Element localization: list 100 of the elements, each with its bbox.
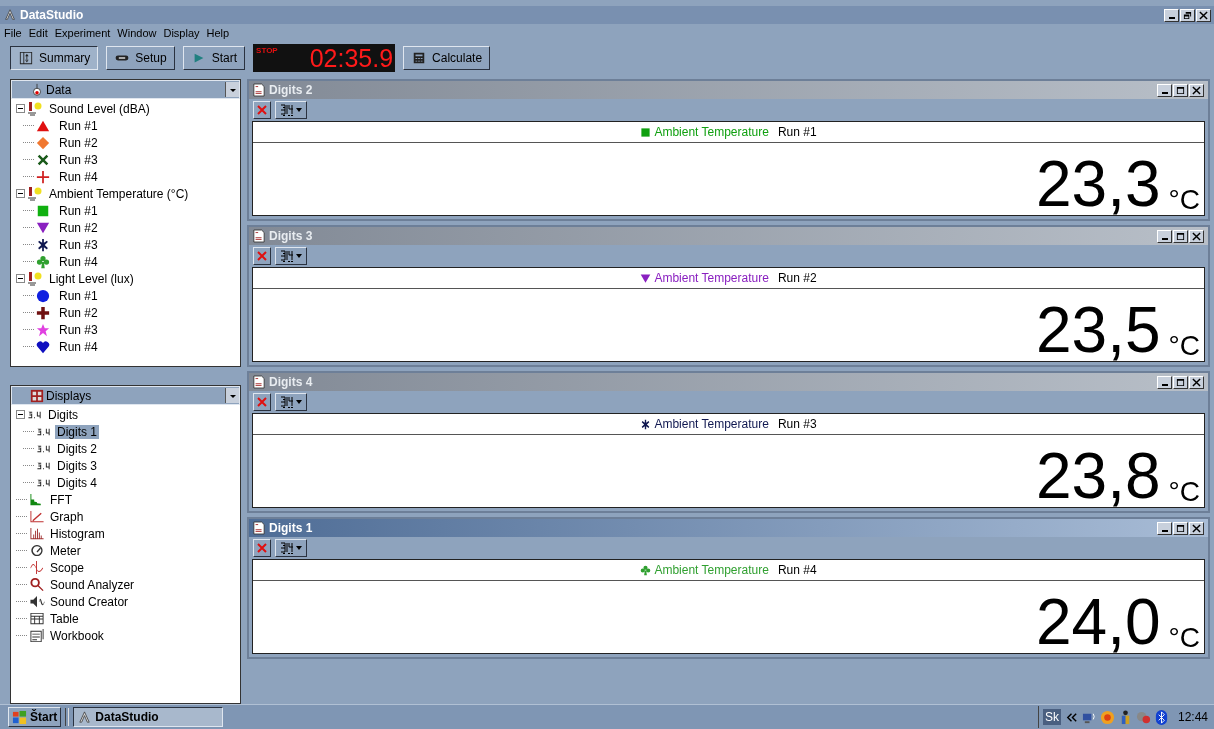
tree-item[interactable]: Scope (48, 560, 87, 575)
tree-item[interactable]: Meter (48, 543, 83, 558)
close-button[interactable] (1189, 229, 1204, 243)
tree-item[interactable]: Run #2 (57, 305, 100, 320)
maximize-button[interactable] (1173, 375, 1188, 389)
digits-format-icon (278, 103, 304, 117)
tree-item[interactable]: Run #4 (57, 339, 100, 354)
dropdown-button[interactable] (225, 388, 239, 403)
menu-item[interactable]: Edit (28, 27, 48, 39)
tree-item[interactable]: Table (48, 611, 81, 626)
delete-button[interactable] (253, 393, 271, 411)
tree-item[interactable]: Run #3 (57, 152, 100, 167)
close-button[interactable] (1189, 521, 1204, 535)
format-button[interactable] (275, 393, 307, 411)
toolbar-button[interactable]: Setup (106, 46, 175, 70)
format-button[interactable] (275, 539, 307, 557)
language-indicator[interactable]: Sk (1042, 709, 1061, 725)
close-button[interactable] (1189, 375, 1204, 389)
tree-item[interactable]: Digits 3 (55, 458, 99, 473)
tree-item[interactable]: Run #3 (57, 237, 100, 252)
minimize-button[interactable] (1157, 229, 1172, 243)
display-icon (30, 577, 44, 592)
maximize-button[interactable] (1173, 229, 1188, 243)
menu-item[interactable]: Window (117, 27, 157, 39)
panel-title: Data (46, 82, 72, 97)
minimize-button[interactable] (1164, 8, 1179, 22)
expander-icon[interactable] (16, 189, 25, 198)
tree-item[interactable]: Digits 4 (55, 475, 99, 490)
dropdown-button[interactable] (225, 82, 239, 97)
run-label: Run #3 (777, 417, 817, 431)
digits-format-icon (278, 249, 304, 263)
compass-icon (3, 8, 17, 22)
compass-icon (77, 709, 93, 725)
delete-button[interactable] (253, 539, 271, 557)
sensor-icon (27, 100, 43, 117)
menu-item[interactable]: Help (206, 27, 230, 39)
tree-item[interactable]: Run #3 (57, 322, 100, 337)
maximize-button[interactable] (1173, 521, 1188, 535)
format-button[interactable] (275, 101, 307, 119)
tree-item[interactable]: Run #1 (57, 203, 100, 218)
panel-header[interactable]: Data (11, 80, 240, 99)
menu-item[interactable]: Display (163, 27, 200, 39)
delete-icon (256, 396, 268, 408)
unit-label: °C (1168, 331, 1200, 361)
tree-item[interactable]: Graph (48, 509, 86, 524)
restore-button[interactable] (1180, 8, 1195, 22)
start-menu-button[interactable]: Štart (8, 707, 62, 727)
unit-label: °C (1168, 477, 1200, 507)
summary-icon (18, 51, 34, 65)
maximize-icon (1176, 231, 1185, 241)
minimize-button[interactable] (1157, 521, 1172, 535)
unit-label: °C (1168, 185, 1200, 215)
tree-item[interactable]: Sound Analyzer (48, 577, 137, 592)
digits-icon (37, 428, 50, 436)
calculate-button[interactable]: Calculate (403, 46, 491, 70)
tree-item[interactable]: Run #1 (57, 288, 100, 303)
display-icon (30, 493, 41, 506)
tree-item[interactable]: Ambient Temperature (°C) (47, 186, 191, 201)
delete-button[interactable] (253, 101, 271, 119)
digits-format-icon (278, 395, 304, 409)
taskbar-button[interactable]: DataStudio (73, 707, 224, 727)
window-title: DataStudio (20, 8, 84, 22)
close-button[interactable] (1196, 8, 1211, 22)
menu-item[interactable]: Experiment (54, 27, 111, 39)
bluetooth-icon[interactable] (1153, 709, 1169, 725)
tree-item[interactable]: Run #4 (57, 254, 100, 269)
window-title: Digits 3 (269, 229, 313, 243)
tree-item[interactable]: FFT (48, 492, 74, 507)
close-icon (1192, 85, 1201, 95)
expander-icon[interactable] (16, 410, 25, 419)
maximize-button[interactable] (1173, 83, 1188, 97)
delete-button[interactable] (253, 247, 271, 265)
maximize-icon (1176, 377, 1185, 387)
tree-item[interactable]: Sound Creator (48, 594, 131, 609)
minimize-button[interactable] (1157, 83, 1172, 97)
tree-item[interactable]: Run #4 (57, 169, 100, 184)
tree-item[interactable]: Sound Level (dBA) (47, 101, 152, 116)
close-button[interactable] (1189, 83, 1204, 97)
tree-item[interactable]: Light Level (lux) (47, 271, 136, 286)
tree-item[interactable]: Digits 1 (55, 424, 99, 439)
expander-icon[interactable] (16, 274, 25, 283)
toolbar-button[interactable]: Summary (10, 46, 99, 70)
display-icon (30, 527, 44, 540)
tree-item[interactable]: Histogram (48, 526, 107, 541)
tree-item[interactable]: Run #1 (57, 118, 100, 133)
tree-item[interactable]: Run #2 (57, 135, 100, 150)
toolbar-button[interactable]: Start (182, 46, 246, 70)
minimize-icon (1168, 17, 1175, 19)
tree-item[interactable]: Digits 2 (55, 441, 99, 456)
minimize-button[interactable] (1157, 375, 1172, 389)
menu-item[interactable]: File (4, 27, 22, 39)
digits-icon (37, 462, 50, 470)
measurement-label: Ambient Temperature (654, 417, 769, 431)
maximize-icon (1176, 85, 1185, 95)
tree-item[interactable]: Digits (46, 407, 80, 422)
tree-item[interactable]: Run #2 (57, 220, 100, 235)
panel-header[interactable]: Displays (11, 386, 240, 405)
format-button[interactable] (275, 247, 307, 265)
expander-icon[interactable] (16, 104, 25, 113)
tree-item[interactable]: Workbook (48, 628, 106, 643)
